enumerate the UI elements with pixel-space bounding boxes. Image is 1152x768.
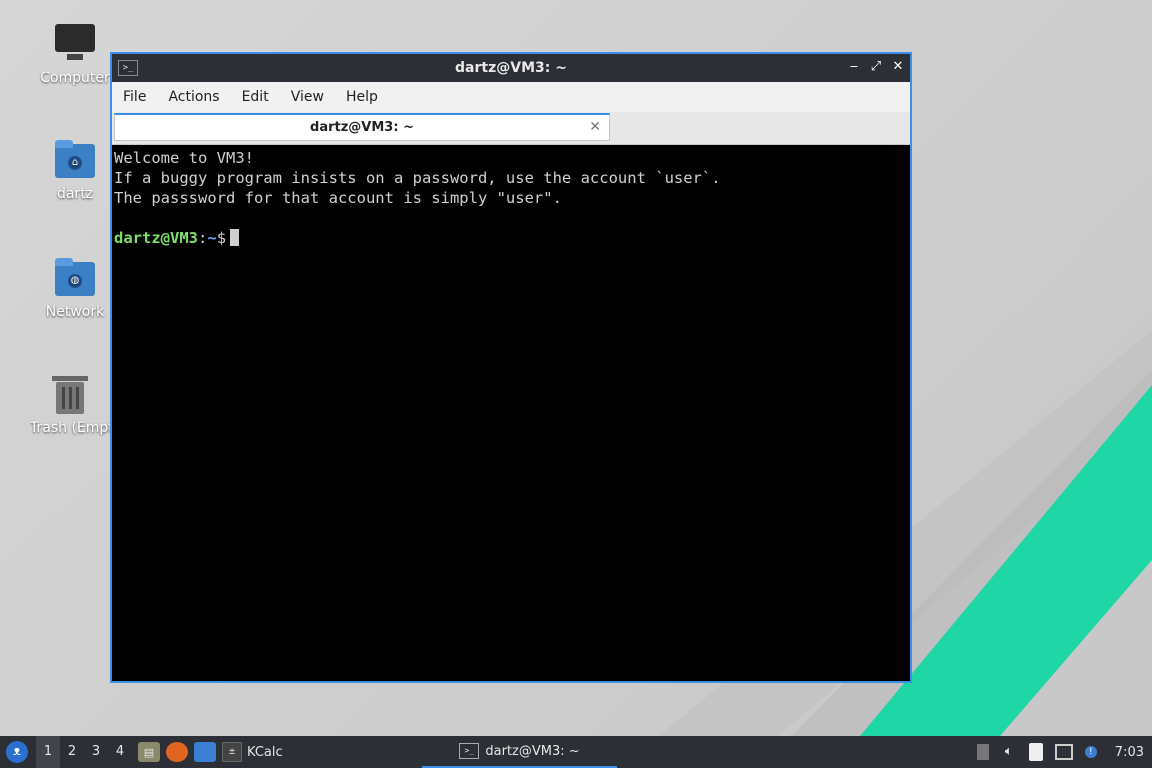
kcalc-label: KCalc [247, 744, 283, 760]
workspace-1[interactable]: 1 [36, 736, 60, 768]
terminal-line: If a buggy program insists on a password… [114, 169, 721, 187]
taskbar: ᴥ 1 2 3 4 ▤ ± KCalc >_ dartz@VM3: ~ 🔈︎ !… [0, 736, 1152, 768]
terminal-window: >_ dartz@VM3: ~ ‒ ⤢ ✕ File Actions Edit … [110, 52, 912, 683]
tab-terminal[interactable]: dartz@VM3: ~ ✕ [114, 113, 610, 141]
desktop-icon[interactable] [194, 742, 216, 762]
file-manager-icon[interactable]: ▤ [138, 742, 160, 762]
window-title: dartz@VM3: ~ [455, 60, 567, 76]
app-menu-icon[interactable]: ᴥ [6, 741, 28, 763]
menu-view[interactable]: View [280, 89, 335, 105]
desktop-icon-trash[interactable]: Trash (Empty) [30, 372, 110, 436]
desktop-icon-label: Computer [40, 70, 110, 86]
network-folder-icon: ◍ [53, 256, 97, 300]
menubar: File Actions Edit View Help [112, 82, 910, 112]
clock[interactable]: 7:03 [1115, 745, 1144, 760]
menu-help[interactable]: Help [335, 89, 389, 105]
terminal-prompt: dartz@VM3:~$ [114, 228, 908, 248]
desktop-icon-label: Trash (Empty) [30, 420, 110, 436]
notification-icon[interactable]: ! [1084, 746, 1097, 758]
prompt-user: dartz@VM3 [114, 229, 198, 247]
desktop-icon-home[interactable]: ⌂ dartz [30, 138, 120, 202]
network-icon[interactable] [1054, 744, 1073, 760]
minimize-button[interactable]: ‒ [846, 58, 862, 76]
close-button[interactable]: ✕ [890, 58, 906, 76]
window-titlebar[interactable]: >_ dartz@VM3: ~ ‒ ⤢ ✕ [112, 54, 910, 82]
prompt-symbol: $ [216, 229, 227, 247]
taskbar-task-terminal[interactable]: >_ dartz@VM3: ~ [422, 736, 617, 768]
workspace-4[interactable]: 4 [108, 736, 132, 768]
terminal-output[interactable]: Welcome to VM3! If a buggy program insis… [112, 146, 910, 681]
trash-icon [48, 372, 92, 416]
system-tray: 🔈︎ ! 7:03 [976, 736, 1152, 768]
terminal-line: Welcome to VM3! [114, 149, 254, 167]
terminal-line: The passsword for that account is simply… [114, 189, 562, 207]
kcalc-launcher[interactable]: ± KCalc [222, 742, 283, 762]
tab-bar: dartz@VM3: ~ ✕ [112, 112, 910, 145]
desktop-icon-label: Network [45, 304, 105, 320]
prompt-separator: : [198, 229, 208, 247]
menu-file[interactable]: File [112, 89, 157, 105]
clipboard-icon[interactable] [1028, 743, 1043, 761]
computer-icon [53, 22, 97, 66]
tab-label: dartz@VM3: ~ [310, 120, 414, 135]
text-cursor [230, 229, 240, 246]
desktop-icon-computer[interactable]: Computer [30, 22, 120, 86]
terminal-icon: >_ [459, 743, 480, 759]
firefox-icon[interactable] [166, 742, 188, 762]
task-label: dartz@VM3: ~ [485, 743, 580, 759]
tab-close-icon[interactable]: ✕ [589, 119, 601, 135]
desktop-icon-network[interactable]: ◍ Network [30, 256, 120, 320]
desktop-icon-label: dartz [56, 186, 94, 202]
workspace-3[interactable]: 3 [84, 736, 108, 768]
calculator-icon: ± [222, 742, 242, 762]
menu-actions[interactable]: Actions [157, 89, 230, 105]
notes-icon[interactable] [976, 744, 989, 760]
workspace-2[interactable]: 2 [60, 736, 84, 768]
menu-edit[interactable]: Edit [231, 89, 280, 105]
maximize-button[interactable]: ⤢ [868, 58, 884, 76]
prompt-path: ~ [207, 229, 217, 247]
volume-icon[interactable]: 🔈︎ [1001, 744, 1017, 760]
home-folder-icon: ⌂ [53, 138, 97, 182]
